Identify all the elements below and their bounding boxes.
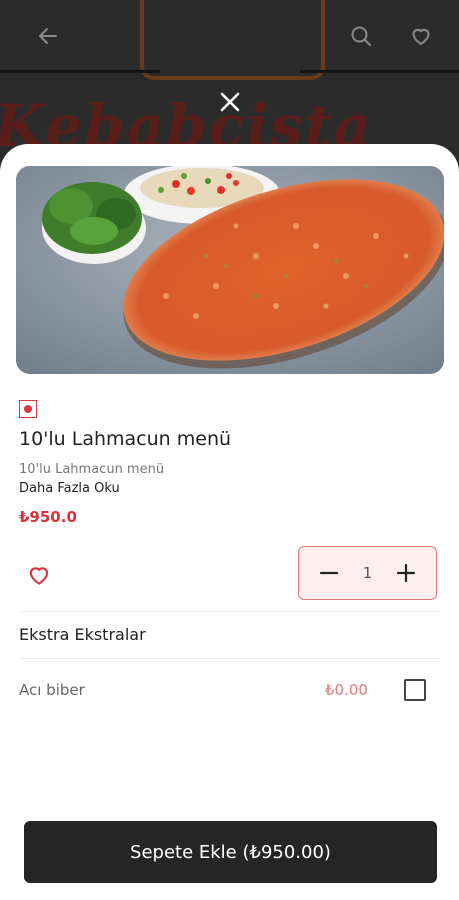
arrow-left-icon <box>39 28 57 44</box>
heart-icon <box>29 567 49 585</box>
product-detail-sheet: 10'lu Lahmacun menü 10'lu Lahmacun menü … <box>0 144 459 900</box>
header-divider-right <box>300 70 459 73</box>
read-more-link[interactable]: Daha Fazla Oku <box>19 481 120 496</box>
extra-option-label: Acı biber <box>19 681 85 699</box>
back-button[interactable] <box>32 20 64 52</box>
veg-indicator-icon <box>19 400 37 418</box>
minus-icon <box>319 571 339 575</box>
divider <box>19 658 440 659</box>
add-to-cart-button[interactable]: Sepete Ekle (₺950.00) <box>24 821 437 883</box>
product-description: 10'lu Lahmacun menü <box>19 462 165 477</box>
quantity-value: 1 <box>362 564 373 582</box>
plus-icon <box>396 563 416 583</box>
brand-hat-logo <box>140 0 325 80</box>
heart-icon <box>412 28 430 45</box>
product-title: 10'lu Lahmacun menü <box>19 428 232 450</box>
favorite-button[interactable] <box>405 20 437 52</box>
extra-option-price: ₺0.00 <box>325 681 368 699</box>
search-icon <box>351 26 371 46</box>
extra-option-checkbox[interactable] <box>404 679 426 701</box>
quantity-stepper: 1 <box>298 546 437 600</box>
product-image <box>16 166 444 374</box>
close-icon <box>220 92 240 112</box>
close-button[interactable] <box>214 86 246 118</box>
decrease-quantity-button[interactable] <box>317 561 341 585</box>
search-button[interactable] <box>345 20 377 52</box>
increase-quantity-button[interactable] <box>394 561 418 585</box>
lahmacun-photo <box>16 166 444 374</box>
header-divider-left <box>0 70 160 73</box>
divider <box>19 611 440 612</box>
add-to-favorites-button[interactable] <box>24 560 54 590</box>
product-price: ₺950.0 <box>19 508 77 526</box>
extras-section-title: Ekstra Ekstralar <box>19 625 146 644</box>
